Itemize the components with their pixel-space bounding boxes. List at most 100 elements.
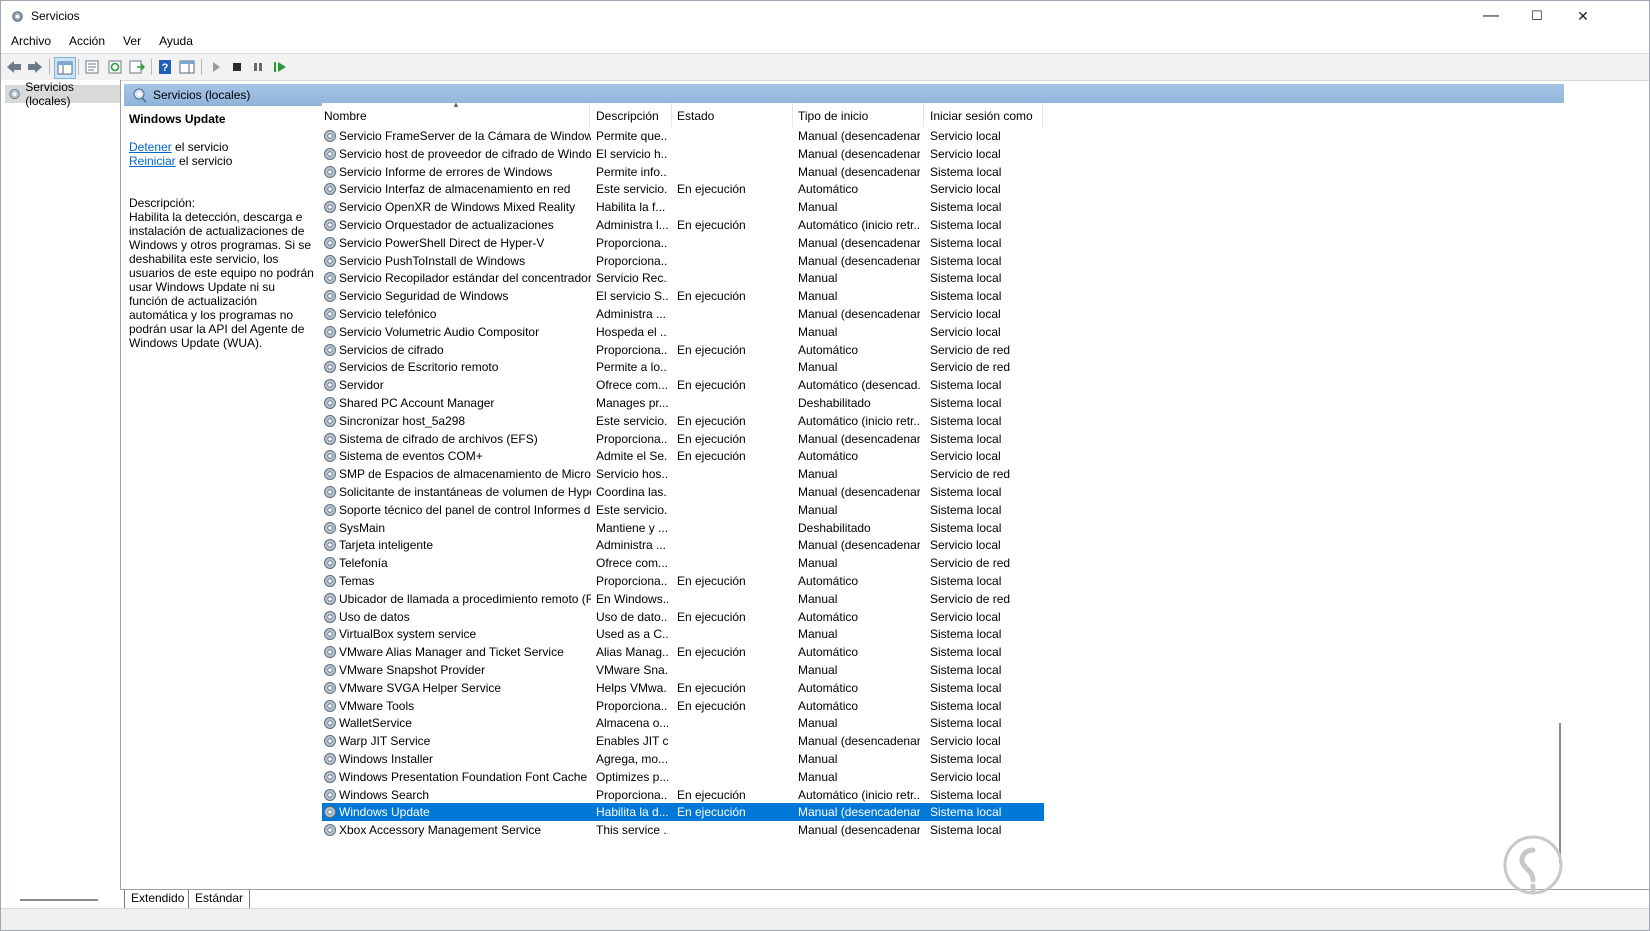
column-divider[interactable] bbox=[792, 103, 793, 127]
table-row[interactable]: Servicio PushToInstall de Windows Proporc… bbox=[322, 252, 1044, 270]
action-pane-icon bbox=[179, 60, 195, 74]
table-row[interactable]: Windows Installer Agrega, mo... Manual Sist… bbox=[322, 750, 1044, 768]
watermark-logo bbox=[1503, 835, 1563, 895]
column-divider[interactable] bbox=[923, 103, 924, 127]
cell-status: En ejecución bbox=[677, 182, 746, 197]
menu-archivo[interactable]: Archivo bbox=[1, 31, 59, 48]
table-row[interactable]: Shared PC Account Manager Manages pr... De… bbox=[322, 394, 1044, 412]
table-row[interactable]: Servicio host de proveedor de cifrado de… bbox=[322, 145, 1044, 163]
table-row[interactable]: Servicios de Escritorio remoto Permite a … bbox=[322, 358, 1044, 376]
table-row[interactable]: Warp JIT Service Enables JIT c... Manual (… bbox=[322, 732, 1044, 750]
stop-service-button[interactable] bbox=[227, 57, 247, 77]
cell-logon-as: Servicio local bbox=[930, 769, 1001, 784]
tree-item-services-local[interactable]: Servicios (locales) bbox=[5, 80, 120, 108]
cell-startup-type: Deshabilitado bbox=[798, 520, 871, 535]
help-button[interactable]: ? bbox=[155, 57, 175, 77]
maximize-button[interactable]: ☐ bbox=[1514, 1, 1560, 31]
column-divider[interactable] bbox=[671, 103, 672, 127]
table-row[interactable]: Windows Update Habilita la d... En ejecuci… bbox=[322, 803, 1044, 822]
table-row[interactable]: SysMain Mantiene y ... Deshabilitado Sistem… bbox=[322, 519, 1044, 537]
maximize-icon: ☐ bbox=[1531, 8, 1543, 23]
table-row[interactable]: Servicio PowerShell Direct de Hyper-V Pro… bbox=[322, 234, 1044, 252]
minimize-button[interactable]: — bbox=[1468, 1, 1514, 31]
cell-logon-as: Servicio de red bbox=[930, 591, 1011, 606]
stop-service-link[interactable]: Detener bbox=[129, 140, 172, 154]
start-service-button[interactable] bbox=[206, 57, 226, 77]
table-row[interactable]: VMware Snapshot Provider VMware Sna... Man… bbox=[322, 661, 1044, 679]
table-row[interactable]: Servicio telefónico Administra ... Manual … bbox=[322, 305, 1044, 323]
table-row[interactable]: Servicio Seguridad de Windows El servicio… bbox=[322, 287, 1044, 305]
column-header-nombre[interactable]: Nombre bbox=[324, 109, 367, 123]
table-row[interactable]: Servicio FrameServer de la Cámara de Win… bbox=[322, 127, 1044, 145]
table-row[interactable]: WalletService Almacena o... Manual Sistema … bbox=[322, 714, 1044, 732]
column-divider[interactable] bbox=[589, 103, 590, 127]
cell-name: Servicio Seguridad de Windows bbox=[339, 289, 509, 304]
table-row[interactable]: Uso de datos Uso de dato... En ejecución Au… bbox=[322, 608, 1044, 626]
forward-button[interactable] bbox=[25, 57, 45, 77]
cell-description: VMware Sna... bbox=[596, 663, 668, 677]
tab-extendido[interactable]: Extendido bbox=[124, 890, 192, 909]
cell-logon-as: Servicio local bbox=[930, 129, 1001, 143]
table-row[interactable]: Servidor Ofrece com... En ejecución Automát… bbox=[322, 376, 1044, 394]
back-button[interactable] bbox=[4, 57, 24, 77]
table-row[interactable]: Telefonía Ofrece com... Manual Servicio de … bbox=[322, 554, 1044, 572]
tree-horizontal-scrollbar[interactable] bbox=[20, 899, 98, 901]
column-header-descripcion[interactable]: Descripción bbox=[596, 109, 659, 123]
table-row[interactable]: Sistema de eventos COM+ Admite el Se... En… bbox=[322, 447, 1044, 465]
table-row[interactable]: Servicio Orquestador de actualizaciones A… bbox=[322, 216, 1044, 234]
table-row[interactable]: Sistema de cifrado de archivos (EFS) Prop… bbox=[322, 430, 1044, 448]
table-row[interactable]: VMware SVGA Helper Service Helps VMwa... E… bbox=[322, 679, 1044, 697]
show-action-pane-button[interactable] bbox=[177, 57, 197, 77]
gear-icon bbox=[322, 484, 338, 500]
menu-accion[interactable]: Acción bbox=[59, 31, 113, 48]
table-row[interactable]: Servicio OpenXR de Windows Mixed Reality… bbox=[322, 198, 1044, 216]
cell-description: El servicio S... bbox=[596, 289, 668, 304]
table-row[interactable]: Servicio Recopilador estándar del concen… bbox=[322, 269, 1044, 287]
close-button[interactable]: ✕ bbox=[1560, 1, 1606, 31]
pause-service-button[interactable] bbox=[248, 57, 268, 77]
gear-icon bbox=[322, 680, 338, 696]
cell-logon-as: Sistema local bbox=[930, 752, 1002, 766]
cell-logon-as: Sistema local bbox=[930, 396, 1002, 410]
table-row[interactable]: VirtualBox system service Used as a C... M… bbox=[322, 625, 1044, 643]
table-row[interactable]: SMP de Espacios de almacenamiento de Mic… bbox=[322, 465, 1044, 483]
cell-name: Solicitante de instantáneas de volumen d… bbox=[339, 485, 591, 499]
cell-startup-type: Manual (desencadenar... bbox=[798, 485, 920, 499]
show-hide-tree-button[interactable] bbox=[54, 57, 76, 79]
table-row[interactable]: VMware Tools Proporciona... En ejecución Au… bbox=[322, 697, 1044, 715]
table-row[interactable]: VMware Alias Manager and Ticket Service A… bbox=[322, 643, 1044, 661]
table-row[interactable]: Windows Presentation Foundation Font Cac… bbox=[322, 768, 1044, 786]
export-list-button[interactable] bbox=[127, 57, 147, 77]
cell-description: Proporciona... bbox=[596, 698, 668, 713]
cell-status: En ejecución bbox=[677, 698, 746, 713]
column-header-estado[interactable]: Estado bbox=[677, 109, 714, 123]
column-header-tipo-inicio[interactable]: Tipo de inicio bbox=[798, 109, 868, 123]
cell-description: El servicio h... bbox=[596, 146, 668, 161]
table-row[interactable]: Soporte técnico del panel de control Inf… bbox=[322, 501, 1044, 519]
table-row[interactable]: Sincronizar host_5a298 Este servicio... En… bbox=[322, 412, 1044, 430]
table-row[interactable]: Servicio Interfaz de almacenamiento en r… bbox=[322, 180, 1044, 198]
restart-service-link[interactable]: Reiniciar bbox=[129, 154, 176, 168]
description-text: Habilita la detección, descarga e instal… bbox=[129, 210, 314, 350]
cell-description: Proporciona... bbox=[596, 253, 668, 268]
cell-name: Sistema de cifrado de archivos (EFS) bbox=[339, 431, 538, 446]
table-row[interactable]: Temas Proporciona... En ejecución Automátic… bbox=[322, 572, 1044, 590]
tab-estandar[interactable]: Estándar bbox=[188, 890, 251, 909]
table-row[interactable]: Servicio Informe de errores de Windows Pe… bbox=[322, 163, 1044, 181]
properties-button[interactable] bbox=[82, 57, 102, 77]
column-header-iniciar-sesion[interactable]: Iniciar sesión como bbox=[930, 109, 1033, 123]
restart-service-button[interactable] bbox=[270, 57, 290, 77]
vertical-scrollbar[interactable] bbox=[1552, 103, 1568, 879]
table-row[interactable]: Xbox Accessory Management Service This se… bbox=[322, 821, 1044, 839]
table-row[interactable]: Ubicador de llamada a procedimiento remo… bbox=[322, 590, 1044, 608]
table-row[interactable]: Solicitante de instantáneas de volumen d… bbox=[322, 483, 1044, 501]
table-row[interactable]: Tarjeta inteligente Administra ... Manual … bbox=[322, 536, 1044, 554]
refresh-button[interactable] bbox=[105, 57, 125, 77]
menu-ver[interactable]: Ver bbox=[113, 31, 149, 48]
table-row[interactable]: Servicios de cifrado Proporciona... En eje… bbox=[322, 341, 1044, 359]
cell-description: Agrega, mo... bbox=[596, 752, 668, 766]
column-divider[interactable] bbox=[1042, 103, 1043, 127]
menu-ayuda[interactable]: Ayuda bbox=[149, 31, 201, 48]
table-row[interactable]: Windows Search Proporciona... En ejecución… bbox=[322, 786, 1044, 804]
table-row[interactable]: Servicio Volumetric Audio Compositor Hosp… bbox=[322, 323, 1044, 341]
